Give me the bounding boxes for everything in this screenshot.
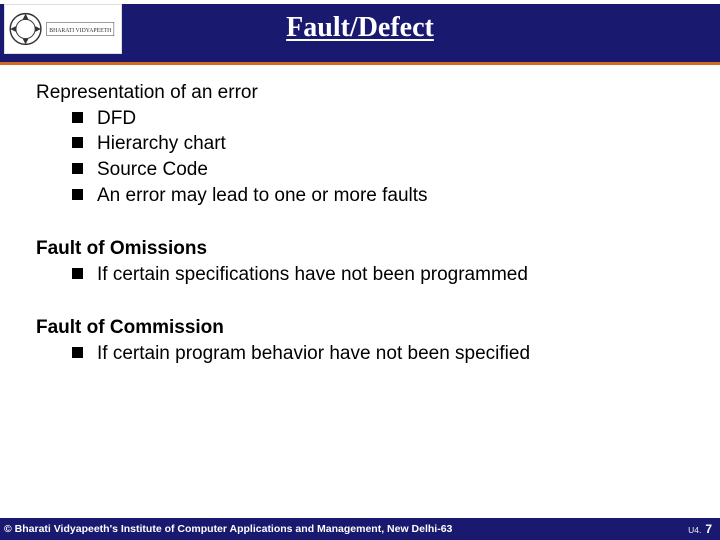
section-commission: Fault of Commission If certain program b… <box>36 315 690 366</box>
bullet-text: If certain specifications have not been … <box>97 262 528 288</box>
bullet-list: If certain program behavior have not bee… <box>36 341 690 367</box>
square-bullet-icon <box>72 268 83 279</box>
list-item: Source Code <box>72 157 690 183</box>
bullet-text: Hierarchy chart <box>97 131 226 157</box>
footer-page-info: U4. 7 <box>688 522 712 536</box>
bullet-text: An error may lead to one or more faults <box>97 183 428 209</box>
section-head: Fault of Omissions <box>36 236 690 262</box>
slide-content: Representation of an error DFD Hierarchy… <box>36 80 690 395</box>
square-bullet-icon <box>72 112 83 123</box>
footer-copyright: © Bharati Vidyapeeth's Institute of Comp… <box>4 523 452 535</box>
bullet-list: DFD Hierarchy chart Source Code An error… <box>36 106 690 209</box>
slide-footer: © Bharati Vidyapeeth's Institute of Comp… <box>0 518 720 540</box>
divider-line <box>0 62 720 65</box>
square-bullet-icon <box>72 137 83 148</box>
bullet-text: DFD <box>97 106 136 132</box>
bullet-text: If certain program behavior have not bee… <box>97 341 530 367</box>
list-item: If certain program behavior have not bee… <box>72 341 690 367</box>
footer-unit: U4. <box>688 525 701 535</box>
list-item: DFD <box>72 106 690 132</box>
section-head: Representation of an error <box>36 80 690 106</box>
square-bullet-icon <box>72 189 83 200</box>
section-omissions: Fault of Omissions If certain specificat… <box>36 236 690 287</box>
bullet-text: Source Code <box>97 157 208 183</box>
square-bullet-icon <box>72 163 83 174</box>
slide-header: BHARATI VIDYAPEETH Fault/Defect <box>0 0 720 62</box>
square-bullet-icon <box>72 347 83 358</box>
list-item: Hierarchy chart <box>72 131 690 157</box>
section-head: Fault of Commission <box>36 315 690 341</box>
list-item: If certain specifications have not been … <box>72 262 690 288</box>
slide-title: Fault/Defect <box>0 12 720 44</box>
list-item: An error may lead to one or more faults <box>72 183 690 209</box>
bullet-list: If certain specifications have not been … <box>36 262 690 288</box>
section-representation: Representation of an error DFD Hierarchy… <box>36 80 690 208</box>
footer-page-number: 7 <box>705 522 712 536</box>
